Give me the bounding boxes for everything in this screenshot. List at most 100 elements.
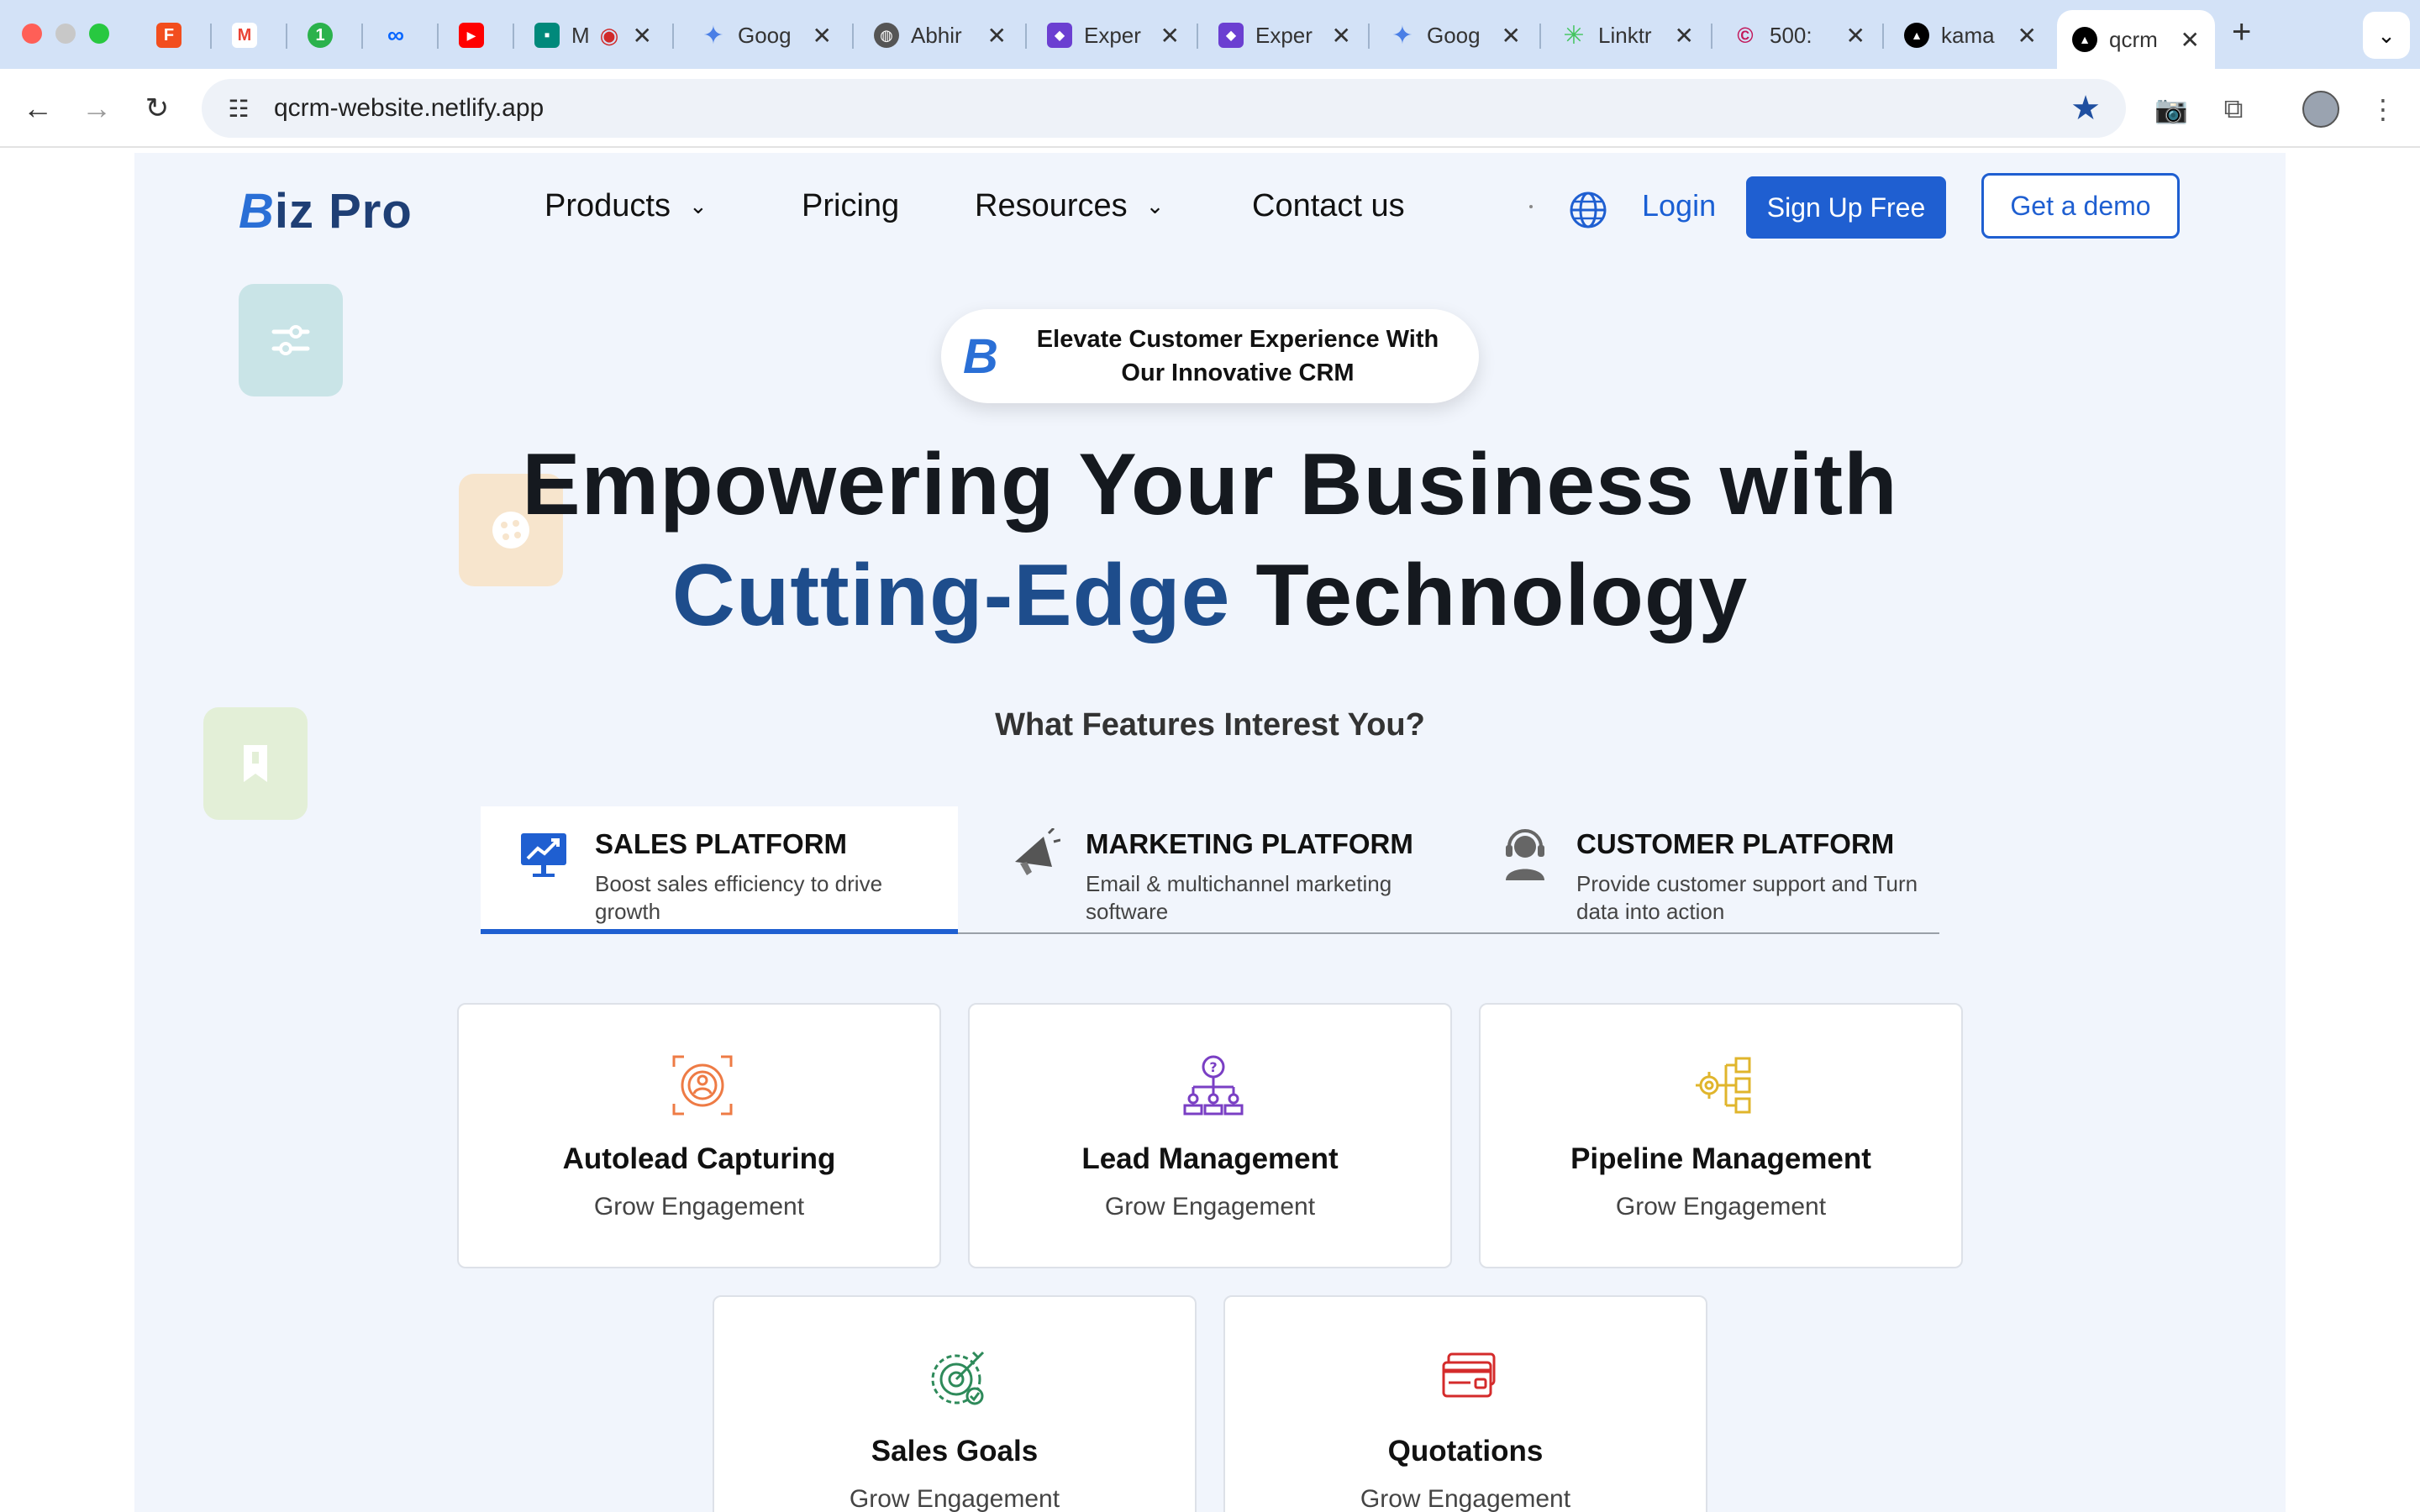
browser-tab[interactable]: ▶ <box>444 12 511 59</box>
browser-tab[interactable]: M <box>217 12 284 59</box>
browser-tab[interactable]: ▪ M ◉ ✕ <box>519 12 667 59</box>
browser-tab[interactable]: F <box>141 12 208 59</box>
forward-arrow-icon[interactable]: → <box>76 87 118 129</box>
card-subtitle: Grow Engagement <box>1360 1485 1571 1512</box>
bizpro-logo[interactable]: Biz Pro <box>239 183 413 239</box>
divider-dot <box>1529 205 1533 208</box>
close-tab-icon[interactable]: ✕ <box>1502 22 1521 50</box>
gemini-icon: ✦ <box>1392 21 1413 50</box>
url-text[interactable]: qcrm-website.netlify.app <box>274 94 544 123</box>
logo-text: iz Pro <box>274 184 413 239</box>
recording-icon: ◉ <box>599 22 619 48</box>
nav-resources[interactable]: Resources ⌄ <box>975 188 1164 224</box>
screenshot-camera-icon[interactable]: 📷 <box>2153 91 2190 128</box>
tab-title: Goog <box>738 22 792 48</box>
zoom-window-button[interactable] <box>89 24 109 44</box>
globe-icon[interactable] <box>1568 190 1608 230</box>
youtube-icon: ▶ <box>459 23 484 48</box>
vercel-icon: ▲ <box>1904 23 1929 48</box>
badge-icon: 1 <box>308 23 333 48</box>
browser-tab[interactable]: ✦ Goog ✕ <box>686 12 847 59</box>
pipeline-gear-icon <box>1696 1057 1751 1114</box>
tab-sales-platform[interactable]: SALES PLATFORM Boost sales efficiency to… <box>481 806 958 934</box>
browser-tab[interactable]: ◍ Abhir ✕ <box>859 12 1022 59</box>
browser-tab[interactable]: 1 <box>292 12 360 59</box>
reload-icon[interactable]: ↻ <box>136 87 178 129</box>
bookmark-star-icon[interactable]: ★ <box>2070 89 2101 128</box>
profile-avatar[interactable] <box>2302 91 2339 128</box>
browser-tab-active[interactable]: ▲ qcrm ✕ <box>2057 10 2215 69</box>
feature-card-sales-goals[interactable]: Sales Goals Grow Engagement <box>713 1295 1197 1512</box>
close-tab-icon[interactable]: ✕ <box>1846 22 1865 50</box>
chevron-down-icon: ⌄ <box>688 193 708 218</box>
close-tab-icon[interactable]: ✕ <box>813 22 832 50</box>
card-title: Lead Management <box>1081 1142 1339 1175</box>
close-tab-icon[interactable]: ✕ <box>633 22 652 50</box>
close-tab-icon[interactable]: ✕ <box>987 22 1007 50</box>
app-icon: ◆ <box>1047 23 1072 48</box>
sign-up-free-button[interactable]: Sign Up Free <box>1746 176 1946 239</box>
close-tab-icon[interactable]: ✕ <box>2181 26 2200 54</box>
feature-card-autolead-capturing[interactable]: Autolead Capturing Grow Engagement <box>457 1003 941 1268</box>
feature-card-quotations[interactable]: Quotations Grow Engagement <box>1223 1295 1707 1512</box>
card-subtitle: Grow Engagement <box>1615 1193 1827 1221</box>
get-demo-button[interactable]: Get a demo <box>1981 173 2180 239</box>
nav-products[interactable]: Products ⌄ <box>544 188 708 224</box>
sales-chart-icon <box>521 833 566 877</box>
error-icon: © <box>1737 22 1754 48</box>
tab-title: CUSTOMER PLATFORM <box>1576 828 1895 859</box>
tab-title: SALES PLATFORM <box>595 828 848 859</box>
back-arrow-icon[interactable]: ← <box>17 87 59 129</box>
support-agent-icon <box>1506 829 1544 880</box>
logo-mark: B <box>239 184 275 239</box>
close-window-button[interactable] <box>22 24 42 44</box>
tab-separator <box>1025 24 1027 49</box>
announcement-line-2: Our Innovative CRM <box>1121 360 1355 386</box>
card-title: Pipeline Management <box>1570 1142 1871 1175</box>
tab-separator <box>1711 24 1712 49</box>
nav-pricing[interactable]: Pricing <box>802 188 899 224</box>
feature-card-pipeline-management[interactable]: Pipeline Management Grow Engagement <box>1479 1003 1963 1268</box>
nav-label: Resources <box>975 188 1128 223</box>
browser-tab[interactable]: © 500: ✕ <box>1718 12 1881 59</box>
tab-customer-platform[interactable]: CUSTOMER PLATFORM Provide customer suppo… <box>1462 806 1939 934</box>
address-bar[interactable]: ☷ qcrm-website.netlify.app ★ <box>202 79 2126 138</box>
browser-tab-bar: F M 1 ∞ ▶ ▪ M ◉ ✕ ✦ Goog ✕ ◍ Abhir ✕ ◆ E… <box>0 0 2420 69</box>
hero-heading-line-2: Cutting-Edge Technology <box>134 546 2286 646</box>
browser-tab[interactable]: ✳ Linktr ✕ <box>1546 12 1709 59</box>
browser-tab[interactable]: ∞ <box>368 12 435 59</box>
nav-label: Contact us <box>1252 188 1405 223</box>
announcement-line-1: Elevate Customer Experience With <box>1036 326 1439 353</box>
minimize-window-button[interactable] <box>55 24 76 44</box>
close-tab-icon[interactable]: ✕ <box>2018 22 2037 50</box>
bizpro-mark-icon: B <box>963 328 998 384</box>
tab-separator <box>1197 24 1198 49</box>
close-tab-icon[interactable]: ✕ <box>1332 22 1351 50</box>
browser-tab[interactable]: ◆ Exper ✕ <box>1203 12 1366 59</box>
announcement-pill: B Elevate Customer Experience With Our I… <box>941 309 1479 403</box>
browser-tab[interactable]: ◆ Exper ✕ <box>1032 12 1195 59</box>
tab-description: Email & multichannel marketing software <box>1086 871 1392 924</box>
card-title: Quotations <box>1387 1435 1544 1467</box>
extensions-puzzle-icon[interactable]: ⧉ <box>2215 91 2252 128</box>
browser-tab[interactable]: ✦ Goog ✕ <box>1375 12 1536 59</box>
new-tab-button[interactable]: + <box>2232 13 2251 51</box>
cards-icon <box>1442 1352 1496 1398</box>
browser-toolbar: ← → ↻ ☷ qcrm-website.netlify.app ★ 📷 ⧉ ⋮ <box>0 69 2420 148</box>
close-tab-icon[interactable]: ✕ <box>1675 22 1694 50</box>
more-menu-icon[interactable]: ⋮ <box>2365 91 2402 128</box>
tab-title: Linktr <box>1598 22 1652 48</box>
browser-tab[interactable]: ▲ kama ✕ <box>1889 12 2052 59</box>
tab-search-chevron-icon[interactable]: ⌄ <box>2363 12 2410 59</box>
meet-icon: ▪ <box>534 23 560 48</box>
close-tab-icon[interactable]: ✕ <box>1160 22 1180 50</box>
tab-title: Exper <box>1084 22 1141 48</box>
tab-marketing-platform[interactable]: MARKETING PLATFORM Email & multichannel … <box>971 806 1449 934</box>
hero-heading-line-1: Empowering Your Business with <box>522 436 1898 533</box>
megaphone-icon <box>1015 828 1060 875</box>
feature-card-lead-management[interactable]: ? Lead Management Grow Engagement <box>968 1003 1452 1268</box>
site-settings-icon[interactable]: ☷ <box>218 88 259 129</box>
linktree-icon: ✳ <box>1563 21 1585 50</box>
nav-contact[interactable]: Contact us <box>1252 188 1405 224</box>
login-link[interactable]: Login <box>1642 188 1716 223</box>
